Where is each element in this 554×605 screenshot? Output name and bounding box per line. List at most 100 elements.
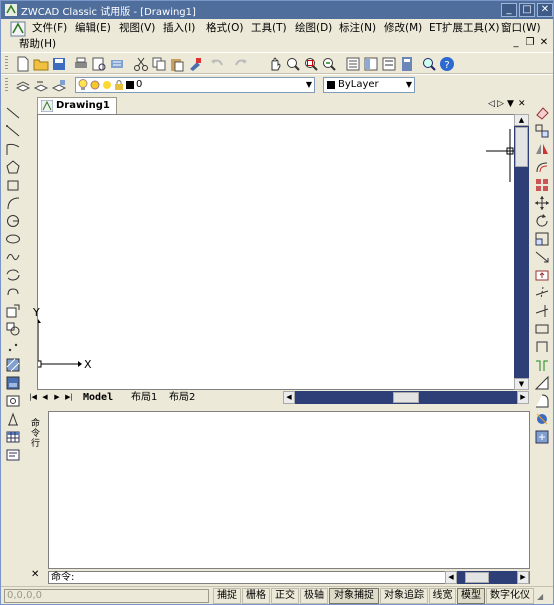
menu-file[interactable]: 文件(F) [32,21,67,35]
undo-icon[interactable] [209,56,225,72]
circle-icon[interactable] [5,213,21,229]
last-layout-icon[interactable]: ▶| [64,392,74,403]
mdi-close-button[interactable]: ✕ [538,37,550,49]
hatch-icon[interactable] [5,357,21,373]
erase-icon[interactable] [534,105,550,121]
osnap-toggle[interactable]: 对象捕捉 [329,588,379,604]
menu-insert[interactable]: 插入(I) [163,21,195,35]
redo-icon[interactable] [233,56,249,72]
scroll-up-icon[interactable]: ▲ [514,114,529,126]
command-scrollbar[interactable]: ◀ ▶ [445,571,529,584]
mdi-restore-button[interactable]: ❐ [524,37,536,49]
explode-icon[interactable] [534,411,550,427]
tab-layout1[interactable]: 布局1 [131,391,157,404]
tab-list-icon[interactable]: ▼ [507,99,514,109]
toolbar-grip[interactable] [5,56,8,71]
tab-scroll-right-icon[interactable]: ▷ [497,99,504,109]
scroll-left-icon[interactable]: ◀ [445,571,457,584]
minimize-button[interactable]: _ [501,3,517,17]
match-properties-icon[interactable] [187,56,203,72]
fillet-icon[interactable] [534,393,550,409]
offset-icon[interactable] [534,159,550,175]
menu-tools[interactable]: 工具(T) [251,21,287,35]
snap-toggle[interactable]: 捕捉 [213,588,241,604]
scroll-right-icon[interactable]: ▶ [517,391,529,404]
revcloud-icon[interactable] [5,285,21,301]
mirror-icon[interactable] [534,141,550,157]
document-icon[interactable] [10,21,26,37]
chamfer-icon[interactable] [534,375,550,391]
ray-icon[interactable] [5,123,21,139]
trim-icon[interactable] [534,285,550,301]
region-icon[interactable] [5,393,21,409]
layer-dropdown[interactable]: 0 ▼ [75,77,315,93]
zoom-realtime-icon[interactable] [285,56,301,72]
spline-icon[interactable] [5,249,21,265]
scroll-down-icon[interactable]: ▼ [514,378,529,390]
help-icon[interactable]: ? [439,56,455,72]
point-icon[interactable] [5,339,21,355]
toolbar-grip[interactable] [5,78,8,93]
cut-icon[interactable] [133,56,149,72]
otrack-toggle[interactable]: 对象追踪 [380,588,428,604]
zoom-search-icon[interactable] [421,56,437,72]
stretch-icon[interactable] [534,249,550,265]
menu-dimension[interactable]: 标注(N) [339,21,376,35]
resize-grip-icon[interactable]: ◢ [537,592,543,601]
drawing-canvas[interactable]: Y X [33,114,515,390]
save-icon[interactable] [51,56,67,72]
tab-model[interactable]: Model [83,391,113,404]
pan-hand-icon[interactable] [267,56,283,72]
next-layout-icon[interactable]: ▶ [52,392,62,403]
layer-state-icon[interactable] [51,78,67,94]
tab-close-icon[interactable]: ✕ [518,99,526,109]
tab-drawing1[interactable]: Drawing1 [37,97,117,114]
properties-icon[interactable] [345,56,361,72]
lengthen-icon[interactable] [534,267,550,283]
scroll-right-icon[interactable]: ▶ [517,571,529,584]
polar-toggle[interactable]: 极轴 [300,588,328,604]
zoom-window-icon[interactable] [303,56,319,72]
menu-view[interactable]: 视图(V) [119,21,155,35]
multiline-text-icon[interactable] [5,447,21,463]
horizontal-scrollbar[interactable]: ◀ ▶ [283,391,529,404]
print-icon[interactable] [73,56,89,72]
tab-layout2[interactable]: 布局2 [169,391,195,404]
digitizer-toggle[interactable]: 数字化仪 [486,588,534,604]
publish-icon[interactable] [109,56,125,72]
insert-block-icon[interactable] [5,303,21,319]
polygon-icon[interactable] [5,159,21,175]
menu-window[interactable]: 窗口(W) [501,21,541,35]
menu-format[interactable]: 格式(O) [206,21,243,35]
previous-layout-icon[interactable]: ◀ [40,392,50,403]
array-icon[interactable] [534,177,550,193]
menu-et-tools[interactable]: ET扩展工具(X) [429,21,499,35]
close-button[interactable]: ✕ [537,3,553,17]
vertical-scrollbar[interactable]: ▲ ▼ [514,114,529,390]
break-at-point-icon[interactable] [534,339,550,355]
move-icon[interactable] [534,195,550,211]
properties-edit-icon[interactable] [534,429,550,445]
make-block-icon[interactable] [5,321,21,337]
table-icon[interactable] [5,429,21,445]
break-icon[interactable] [534,321,550,337]
new-file-icon[interactable] [15,56,31,72]
first-layout-icon[interactable]: |◀ [28,392,38,403]
open-folder-icon[interactable] [33,56,49,72]
extend-icon[interactable] [534,303,550,319]
scroll-thumb[interactable] [515,127,528,167]
scroll-thumb[interactable] [465,572,489,583]
menu-draw[interactable]: 绘图(D) [295,21,332,35]
scroll-thumb[interactable] [393,392,419,403]
linetype-dropdown[interactable]: ByLayer ▼ [323,77,415,93]
ellipse-icon[interactable] [5,231,21,247]
ellipse-arc-icon[interactable] [5,267,21,283]
scale-icon[interactable] [534,231,550,247]
menu-modify[interactable]: 修改(M) [384,21,422,35]
copy-object-icon[interactable] [534,123,550,139]
calculator-icon[interactable] [399,56,415,72]
rectangle-icon[interactable] [5,177,21,193]
ortho-toggle[interactable]: 正交 [271,588,299,604]
zoom-previous-icon[interactable] [321,56,337,72]
lineweight-toggle[interactable]: 线宽 [429,588,456,604]
